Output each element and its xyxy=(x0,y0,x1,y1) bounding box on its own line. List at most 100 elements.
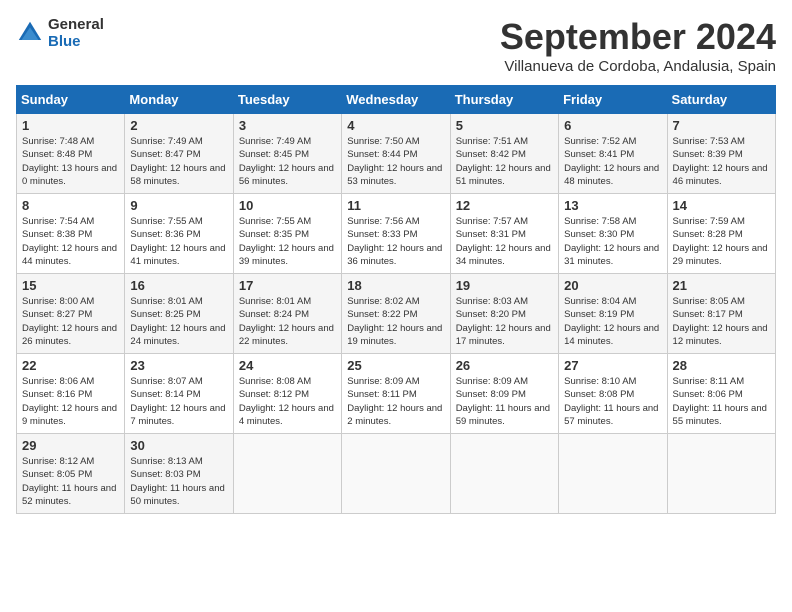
day-info: Sunrise: 8:01 AM Sunset: 8:25 PM Dayligh… xyxy=(130,295,227,348)
month-title: September 2024 xyxy=(500,16,776,58)
calendar-week-1: 1 Sunrise: 7:48 AM Sunset: 8:48 PM Daylig… xyxy=(17,114,776,194)
day-info: Sunrise: 7:57 AM Sunset: 8:31 PM Dayligh… xyxy=(456,215,553,268)
day-info: Sunrise: 7:58 AM Sunset: 8:30 PM Dayligh… xyxy=(564,215,661,268)
day-number: 26 xyxy=(456,358,553,373)
day-number: 25 xyxy=(347,358,444,373)
day-info: Sunrise: 8:00 AM Sunset: 8:27 PM Dayligh… xyxy=(22,295,119,348)
day-info: Sunrise: 8:05 AM Sunset: 8:17 PM Dayligh… xyxy=(673,295,770,348)
day-info: Sunrise: 8:06 AM Sunset: 8:16 PM Dayligh… xyxy=(22,375,119,428)
title-area: September 2024 Villanueva de Cordoba, An… xyxy=(500,16,776,75)
day-number: 22 xyxy=(22,358,119,373)
calendar-cell: 1 Sunrise: 7:48 AM Sunset: 8:48 PM Daylig… xyxy=(17,114,125,194)
calendar-cell: 23 Sunrise: 8:07 AM Sunset: 8:14 PM Dayli… xyxy=(125,354,233,434)
day-info: Sunrise: 7:49 AM Sunset: 8:47 PM Dayligh… xyxy=(130,135,227,188)
weekday-header-wednesday: Wednesday xyxy=(342,86,450,114)
calendar-cell: 18 Sunrise: 8:02 AM Sunset: 8:22 PM Dayli… xyxy=(342,274,450,354)
day-number: 5 xyxy=(456,118,553,133)
day-info: Sunrise: 7:48 AM Sunset: 8:48 PM Dayligh… xyxy=(22,135,119,188)
calendar-week-5: 29 Sunrise: 8:12 AM Sunset: 8:05 PM Dayli… xyxy=(17,434,776,514)
day-number: 23 xyxy=(130,358,227,373)
day-info: Sunrise: 7:56 AM Sunset: 8:33 PM Dayligh… xyxy=(347,215,444,268)
day-info: Sunrise: 8:08 AM Sunset: 8:12 PM Dayligh… xyxy=(239,375,336,428)
calendar-cell: 12 Sunrise: 7:57 AM Sunset: 8:31 PM Dayli… xyxy=(450,194,558,274)
day-info: Sunrise: 8:02 AM Sunset: 8:22 PM Dayligh… xyxy=(347,295,444,348)
calendar-cell: 30Sunrise: 8:13 AM Sunset: 8:03 PM Dayli… xyxy=(125,434,233,514)
weekday-header-saturday: Saturday xyxy=(667,86,775,114)
calendar-cell: 11 Sunrise: 7:56 AM Sunset: 8:33 PM Dayli… xyxy=(342,194,450,274)
day-number: 14 xyxy=(673,198,770,213)
location-subtitle: Villanueva de Cordoba, Andalusia, Spain xyxy=(500,58,776,75)
calendar-cell: 4 Sunrise: 7:50 AM Sunset: 8:44 PM Daylig… xyxy=(342,114,450,194)
weekday-header-thursday: Thursday xyxy=(450,86,558,114)
day-info: Sunrise: 8:10 AM Sunset: 8:08 PM Dayligh… xyxy=(564,375,661,428)
day-info: Sunrise: 7:49 AM Sunset: 8:45 PM Dayligh… xyxy=(239,135,336,188)
calendar-cell xyxy=(450,434,558,514)
day-info: Sunrise: 8:04 AM Sunset: 8:19 PM Dayligh… xyxy=(564,295,661,348)
day-number: 1 xyxy=(22,118,119,133)
day-number: 3 xyxy=(239,118,336,133)
weekday-header-row: SundayMondayTuesdayWednesdayThursdayFrid… xyxy=(17,86,776,114)
day-number: 2 xyxy=(130,118,227,133)
calendar-week-4: 22 Sunrise: 8:06 AM Sunset: 8:16 PM Dayli… xyxy=(17,354,776,434)
day-info: Sunrise: 7:59 AM Sunset: 8:28 PM Dayligh… xyxy=(673,215,770,268)
day-number: 4 xyxy=(347,118,444,133)
day-info: Sunrise: 8:03 AM Sunset: 8:20 PM Dayligh… xyxy=(456,295,553,348)
calendar-cell: 14 Sunrise: 7:59 AM Sunset: 8:28 PM Dayli… xyxy=(667,194,775,274)
logo: General Blue xyxy=(16,16,104,50)
calendar-cell: 28Sunrise: 8:11 AM Sunset: 8:06 PM Dayli… xyxy=(667,354,775,434)
day-info: Sunrise: 8:07 AM Sunset: 8:14 PM Dayligh… xyxy=(130,375,227,428)
calendar-cell xyxy=(233,434,341,514)
day-number: 19 xyxy=(456,278,553,293)
day-number: 9 xyxy=(130,198,227,213)
weekday-header-sunday: Sunday xyxy=(17,86,125,114)
header: General Blue September 2024 Villanueva d… xyxy=(16,16,776,75)
day-info: Sunrise: 7:52 AM Sunset: 8:41 PM Dayligh… xyxy=(564,135,661,188)
weekday-header-monday: Monday xyxy=(125,86,233,114)
day-info: Sunrise: 8:11 AM Sunset: 8:06 PM Dayligh… xyxy=(673,375,770,428)
calendar-table: SundayMondayTuesdayWednesdayThursdayFrid… xyxy=(16,85,776,514)
calendar-cell: 17 Sunrise: 8:01 AM Sunset: 8:24 PM Dayli… xyxy=(233,274,341,354)
calendar-week-2: 8Sunrise: 7:54 AM Sunset: 8:38 PM Daylig… xyxy=(17,194,776,274)
calendar-cell: 27Sunrise: 8:10 AM Sunset: 8:08 PM Dayli… xyxy=(559,354,667,434)
day-number: 18 xyxy=(347,278,444,293)
calendar-cell: 29 Sunrise: 8:12 AM Sunset: 8:05 PM Dayli… xyxy=(17,434,125,514)
day-number: 13 xyxy=(564,198,661,213)
day-number: 15 xyxy=(22,278,119,293)
day-number: 11 xyxy=(347,198,444,213)
day-number: 12 xyxy=(456,198,553,213)
day-number: 16 xyxy=(130,278,227,293)
calendar-cell: 22 Sunrise: 8:06 AM Sunset: 8:16 PM Dayli… xyxy=(17,354,125,434)
calendar-cell: 10Sunrise: 7:55 AM Sunset: 8:35 PM Dayli… xyxy=(233,194,341,274)
calendar-cell: 2 Sunrise: 7:49 AM Sunset: 8:47 PM Daylig… xyxy=(125,114,233,194)
day-number: 21 xyxy=(673,278,770,293)
calendar-cell: 21 Sunrise: 8:05 AM Sunset: 8:17 PM Dayli… xyxy=(667,274,775,354)
day-info: Sunrise: 8:09 AM Sunset: 8:11 PM Dayligh… xyxy=(347,375,444,428)
calendar-cell: 13 Sunrise: 7:58 AM Sunset: 8:30 PM Dayli… xyxy=(559,194,667,274)
day-info: Sunrise: 7:53 AM Sunset: 8:39 PM Dayligh… xyxy=(673,135,770,188)
calendar-cell: 6 Sunrise: 7:52 AM Sunset: 8:41 PM Daylig… xyxy=(559,114,667,194)
logo-icon xyxy=(16,19,44,47)
day-info: Sunrise: 8:12 AM Sunset: 8:05 PM Dayligh… xyxy=(22,455,119,508)
day-number: 24 xyxy=(239,358,336,373)
calendar-cell: 5Sunrise: 7:51 AM Sunset: 8:42 PM Daylig… xyxy=(450,114,558,194)
day-info: Sunrise: 8:01 AM Sunset: 8:24 PM Dayligh… xyxy=(239,295,336,348)
calendar-cell: 16 Sunrise: 8:01 AM Sunset: 8:25 PM Dayli… xyxy=(125,274,233,354)
calendar-cell xyxy=(667,434,775,514)
day-number: 20 xyxy=(564,278,661,293)
calendar-cell xyxy=(559,434,667,514)
weekday-header-tuesday: Tuesday xyxy=(233,86,341,114)
calendar-cell: 19 Sunrise: 8:03 AM Sunset: 8:20 PM Dayli… xyxy=(450,274,558,354)
calendar-cell: 9 Sunrise: 7:55 AM Sunset: 8:36 PM Daylig… xyxy=(125,194,233,274)
day-number: 6 xyxy=(564,118,661,133)
day-number: 8 xyxy=(22,198,119,213)
calendar-week-3: 15 Sunrise: 8:00 AM Sunset: 8:27 PM Dayli… xyxy=(17,274,776,354)
calendar-cell: 26 Sunrise: 8:09 AM Sunset: 8:09 PM Dayli… xyxy=(450,354,558,434)
day-info: Sunrise: 7:50 AM Sunset: 8:44 PM Dayligh… xyxy=(347,135,444,188)
day-number: 30 xyxy=(130,438,227,453)
day-number: 17 xyxy=(239,278,336,293)
calendar-cell: 15 Sunrise: 8:00 AM Sunset: 8:27 PM Dayli… xyxy=(17,274,125,354)
day-number: 29 xyxy=(22,438,119,453)
day-number: 10 xyxy=(239,198,336,213)
day-info: Sunrise: 8:09 AM Sunset: 8:09 PM Dayligh… xyxy=(456,375,553,428)
day-info: Sunrise: 7:55 AM Sunset: 8:36 PM Dayligh… xyxy=(130,215,227,268)
